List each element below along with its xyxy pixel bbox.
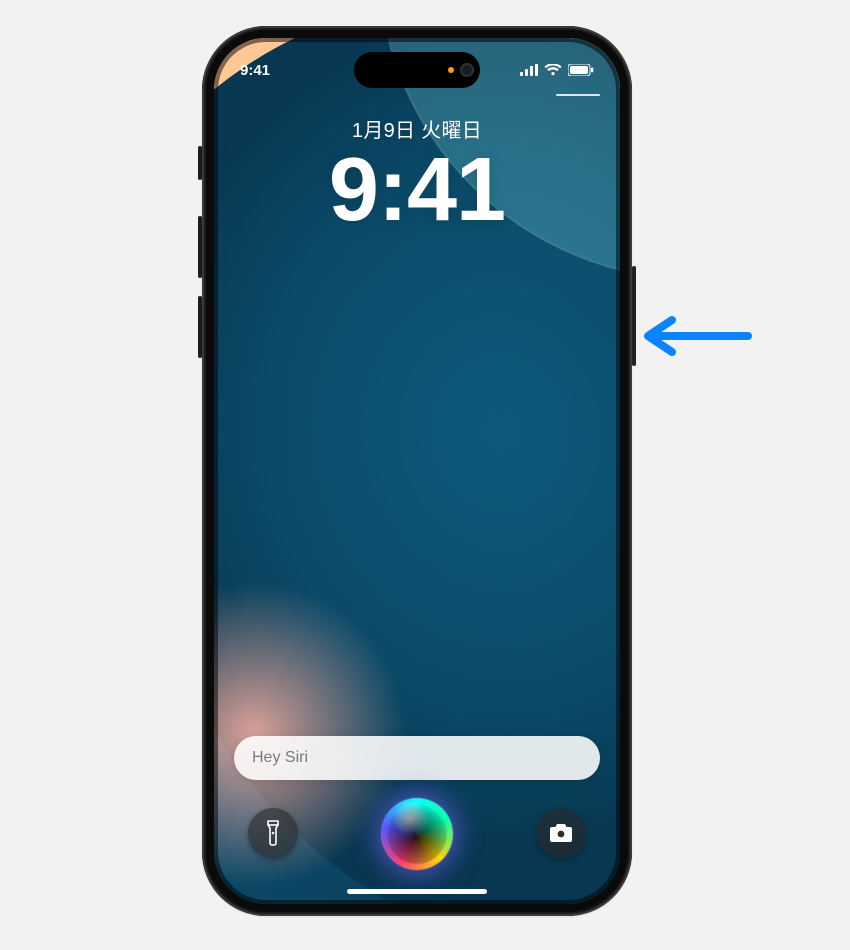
flashlight-button[interactable] [248, 808, 298, 858]
siri-input[interactable]: Hey Siri [234, 736, 600, 780]
battery-icon [568, 64, 594, 76]
iphone-frame: 9:41 [202, 26, 632, 916]
volume-down-button[interactable] [198, 296, 202, 358]
siri-orb[interactable] [381, 798, 453, 870]
lockscreen-header: 1月9日 火曜日 9:41 [214, 114, 620, 235]
lockscreen-time: 9:41 [214, 145, 620, 235]
camera-button[interactable] [536, 808, 586, 858]
status-icons [520, 64, 594, 76]
annotation-arrow [636, 316, 756, 356]
siri-prompt-text: Hey Siri [252, 749, 308, 767]
canvas: 9:41 [0, 0, 850, 950]
status-underline [556, 94, 600, 96]
lockscreen-date: 1月9日 火曜日 [214, 114, 620, 143]
flashlight-icon [263, 820, 283, 846]
status-time: 9:41 [240, 62, 270, 79]
silence-switch[interactable] [198, 146, 202, 180]
status-bar: 9:41 [214, 52, 620, 88]
screen: 9:41 [214, 38, 620, 904]
volume-up-button[interactable] [198, 216, 202, 278]
wifi-icon [544, 64, 562, 76]
home-indicator[interactable] [347, 889, 487, 894]
signal-icon [520, 64, 538, 76]
camera-icon [549, 823, 573, 843]
